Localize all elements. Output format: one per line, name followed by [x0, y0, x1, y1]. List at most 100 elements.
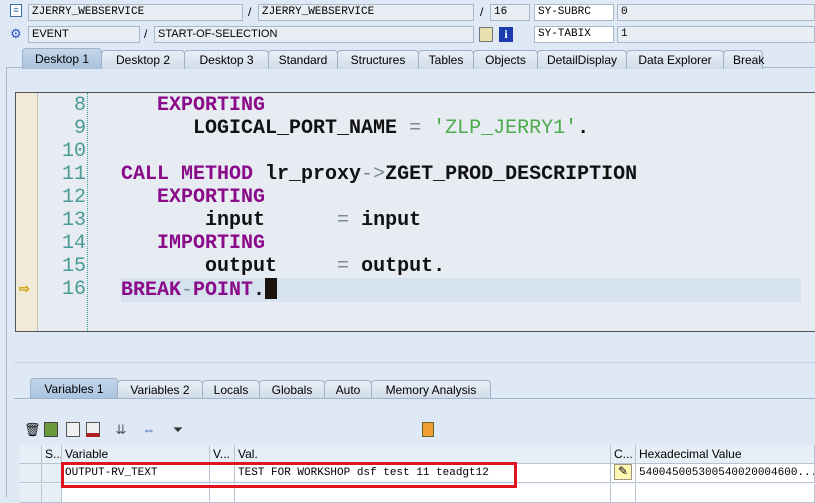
column-header[interactable]: Hexadecimal Value: [636, 445, 815, 464]
sy-subrc-label: SY-SUBRC: [534, 4, 614, 21]
save-icon[interactable]: [422, 422, 434, 437]
tab-desktop-3[interactable]: Desktop 3: [184, 50, 269, 69]
row-selector[interactable]: [20, 464, 42, 483]
include-field: ZJERRY_WEBSERVICE: [258, 4, 474, 21]
sort-icon[interactable]: ⇊: [114, 422, 128, 437]
line-number: 15: [61, 255, 86, 278]
code-token: input: [205, 209, 338, 232]
tab-memory-analysis[interactable]: Memory Analysis: [371, 380, 491, 399]
sy-tabix-value: 1: [617, 26, 815, 43]
sy-tabix-label: SY-TABIX: [534, 26, 614, 43]
code-text: IMPORTING: [121, 232, 265, 255]
tab-locals[interactable]: Locals: [202, 380, 260, 399]
code-token: lr_proxy: [265, 163, 362, 186]
keyword: CALL METHOD: [121, 163, 266, 186]
code-line[interactable]: 12 EXPORTING: [16, 186, 801, 209]
line-number: 16: [61, 278, 86, 301]
tab-detaildisplay[interactable]: DetailDisplay: [537, 50, 627, 69]
code-line[interactable]: 10: [16, 140, 801, 163]
code-token: ZGET_PROD_DESCRIPTION: [385, 163, 638, 186]
row-selector-header[interactable]: [20, 445, 42, 464]
code-text: BREAK-POINT.: [121, 278, 801, 302]
code-line[interactable]: 14 IMPORTING: [16, 232, 801, 255]
code-line[interactable]: 13 input = input: [16, 209, 801, 232]
text-cursor: [265, 278, 278, 299]
column-header[interactable]: C...: [611, 445, 636, 464]
line-number: 9: [73, 117, 86, 140]
line-number: 14: [61, 232, 86, 255]
code-text: EXPORTING: [121, 94, 265, 117]
keyword: POINT: [193, 279, 254, 302]
code-line[interactable]: 15 output = output.: [16, 255, 801, 278]
layout-icon[interactable]: ⇔: [142, 422, 156, 437]
operator: =: [337, 255, 350, 278]
tab-data-explorer[interactable]: Data Explorer: [626, 50, 724, 69]
separator: /: [248, 5, 252, 19]
operator: -: [181, 279, 194, 302]
code-token: output.: [349, 255, 446, 278]
edit-pencil-icon[interactable]: ✎: [614, 464, 632, 480]
delete-icon[interactable]: 🗑: [24, 422, 41, 437]
line-number: 10: [61, 140, 86, 163]
keyword: EXPORTING: [157, 186, 266, 209]
divider: [14, 398, 815, 399]
code-token: .: [577, 117, 590, 140]
separator: /: [144, 27, 148, 41]
code-token: output: [205, 255, 338, 278]
filter-icon[interactable]: ⏷: [171, 422, 185, 437]
code-text: LOGICAL_PORT_NAME = 'ZLP_JERRY1'.: [121, 117, 589, 140]
line-field: 16: [490, 4, 530, 21]
row-selector[interactable]: [20, 484, 42, 503]
keyword: EXPORTING: [157, 94, 266, 117]
line-number: 11: [61, 163, 86, 186]
tab-desktop-1[interactable]: Desktop 1: [22, 48, 102, 69]
event-name-field: START-OF-SELECTION: [154, 26, 474, 43]
code-token: .: [253, 279, 266, 302]
tab-structures[interactable]: Structures: [337, 50, 419, 69]
tab-tables[interactable]: Tables: [418, 50, 474, 69]
column-header[interactable]: S...: [42, 445, 62, 464]
line-number: 13: [61, 209, 86, 232]
code-line[interactable]: 11 CALL METHOD lr_proxy->ZGET_PROD_DESCRI…: [16, 163, 801, 186]
separator: /: [480, 5, 484, 19]
line-number: 12: [61, 186, 86, 209]
tab-break[interactable]: Break: [723, 50, 764, 69]
code-editor[interactable]: 8 EXPORTING 9 LOGICAL_PORT_NAME = 'ZLP_JE…: [15, 92, 815, 332]
info-icon[interactable]: i: [499, 27, 513, 42]
code-line[interactable]: 16 ⇨ BREAK-POINT.: [16, 278, 801, 302]
tab-standard[interactable]: Standard: [268, 50, 338, 69]
operator: =: [337, 209, 350, 232]
change-cell[interactable]: ✎: [611, 464, 636, 483]
variable-tabs: Variables 1 Variables 2 Locals Globals Auto M…: [30, 378, 491, 399]
copy-variable-icon[interactable]: [66, 422, 80, 437]
tab-objects[interactable]: Objects: [473, 50, 538, 69]
tab-desktop-2[interactable]: Desktop 2: [101, 50, 185, 69]
tab-globals[interactable]: Globals: [259, 380, 325, 399]
tab-variables-1[interactable]: Variables 1: [30, 378, 118, 399]
keyword: BREAK: [121, 279, 182, 302]
code-token: input: [349, 209, 422, 232]
code-line[interactable]: 9 LOGICAL_PORT_NAME = 'ZLP_JERRY1'.: [16, 117, 801, 140]
tab-auto[interactable]: Auto: [324, 380, 372, 399]
code-line[interactable]: 8 EXPORTING: [16, 94, 801, 117]
hex-cell[interactable]: 540045005300540020004600...: [636, 464, 815, 483]
code-token: LOGICAL_PORT_NAME: [193, 117, 410, 140]
splitter[interactable]: [14, 362, 815, 363]
remove-variable-icon[interactable]: [86, 422, 100, 437]
insert-variable-icon[interactable]: [44, 422, 58, 437]
empty-cell[interactable]: [611, 484, 636, 503]
empty-cell[interactable]: [42, 484, 62, 503]
empty-cell[interactable]: [636, 484, 815, 503]
navigate-icon[interactable]: [479, 27, 493, 42]
program-icon: ≡: [10, 4, 22, 17]
code-text: output = output.: [121, 255, 445, 278]
status-cell[interactable]: [42, 464, 62, 483]
current-line-arrow-icon: ⇨: [19, 282, 30, 297]
highlight-box: [61, 462, 517, 488]
string-literal: 'ZLP_JERRY1': [433, 117, 578, 140]
event-icon: ⚙: [10, 26, 22, 41]
tab-variables-2[interactable]: Variables 2: [117, 380, 203, 399]
